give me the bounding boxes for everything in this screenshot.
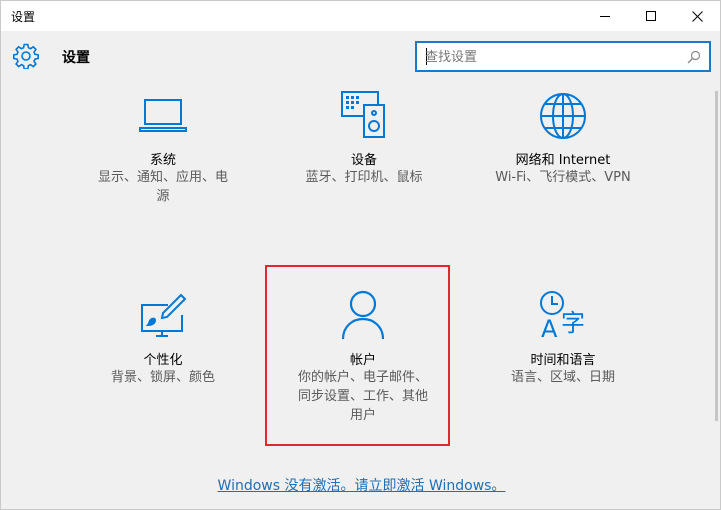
tile-network[interactable]: 网络和 Internet Wi-Fi、飞行模式、VPN [471, 89, 655, 209]
title-bar[interactable]: 设置 [1, 1, 720, 31]
tile-system[interactable]: 系统 显示、通知、应用、电 源 [71, 89, 255, 209]
tile-personalization-desc: 背景、锁屏、颜色 [110, 370, 215, 385]
minimize-button[interactable] [582, 1, 628, 31]
tile-personalization[interactable]: 个性化 背景、锁屏、颜色 [71, 289, 255, 409]
tile-network-title: 网络和 Internet [515, 153, 611, 168]
svg-text:A: A [541, 315, 558, 341]
selection-highlight [265, 265, 450, 446]
page-title: 设置 [62, 50, 90, 66]
maximize-icon [645, 10, 656, 21]
close-button[interactable] [674, 1, 720, 31]
close-icon [691, 10, 703, 22]
laptop-icon [139, 99, 187, 132]
search-input[interactable] [425, 47, 675, 67]
tile-system-desc-line: 源 [156, 189, 170, 204]
tile-devices-title: 设备 [350, 153, 377, 168]
scrollbar[interactable] [715, 91, 718, 421]
search-icon[interactable] [687, 50, 701, 64]
tile-network-desc: Wi-Fi、飞行模式、VPN [495, 170, 631, 185]
globe-icon [540, 93, 586, 139]
minimize-icon [599, 15, 610, 17]
tile-time-language-title: 时间和语言 [530, 353, 596, 368]
activate-windows-link[interactable]: Windows 没有激活。请立即激活 Windows。 [1, 475, 721, 495]
maximize-button[interactable] [628, 1, 674, 31]
tile-personalization-title: 个性化 [143, 353, 183, 368]
tile-time-language[interactable]: A 字 时间和语言 语言、区域、日期 [471, 289, 655, 409]
personalization-icon [141, 293, 187, 337]
window-title: 设置 [11, 10, 36, 24]
devices-icon [341, 91, 385, 138]
tile-system-desc-line: 显示、通知、应用、电 [97, 170, 228, 185]
gear-icon [13, 43, 39, 69]
tile-system-desc: 显示、通知、应用、电 源 [71, 168, 255, 206]
settings-window: 设置 设置 查找设置 系统 显示、通知、应用、电 源 设备 蓝牙、打印机、鼠标 … [0, 0, 721, 510]
tile-time-language-desc: 语言、区域、日期 [510, 370, 615, 385]
tile-system-title: 系统 [149, 153, 176, 168]
tile-devices[interactable]: 设备 蓝牙、打印机、鼠标 [272, 89, 456, 209]
svg-text:字: 字 [561, 309, 585, 337]
search-box[interactable] [415, 41, 711, 72]
time-language-icon: A 字 [540, 291, 585, 341]
settings-header: 设置 [1, 31, 720, 81]
tile-devices-desc: 蓝牙、打印机、鼠标 [305, 170, 423, 185]
